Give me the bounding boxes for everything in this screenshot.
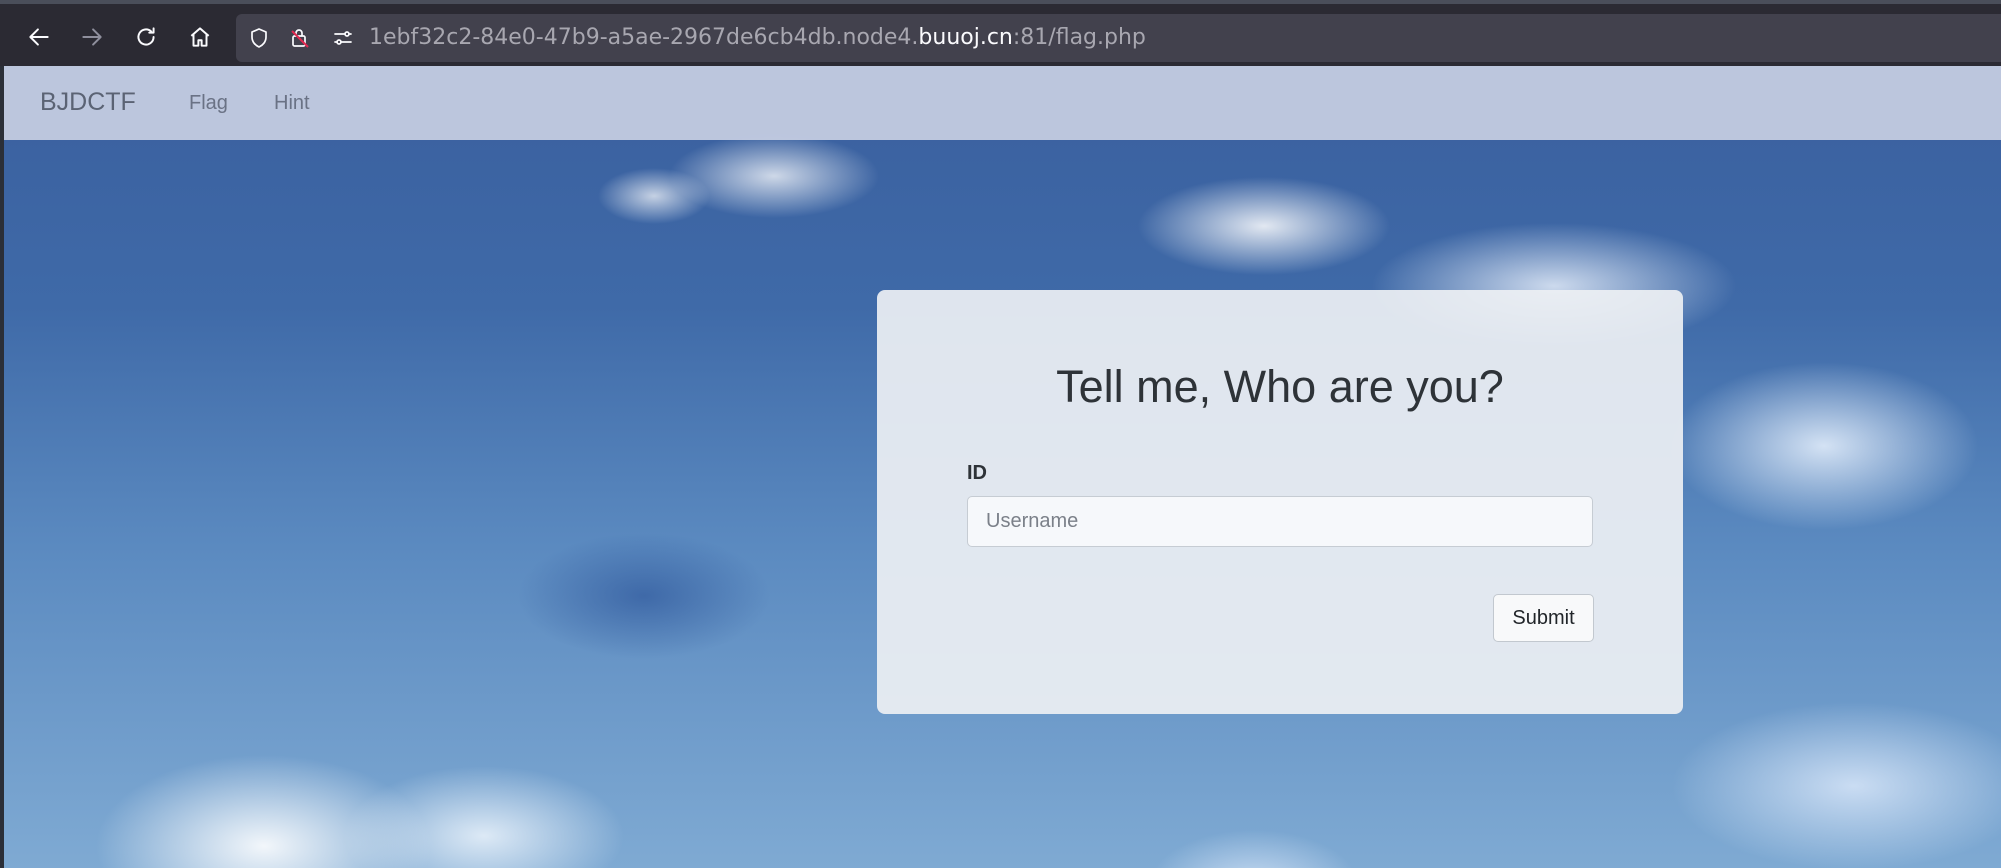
url-bar[interactable]: 1ebf32c2-84e0-47b9-a5ae-2967de6cb4db.nod… bbox=[236, 14, 2001, 62]
reload-icon bbox=[137, 27, 155, 46]
id-label: ID bbox=[967, 462, 987, 484]
url-suffix: :81/flag.php bbox=[1012, 25, 1146, 50]
forward-button[interactable] bbox=[73, 18, 111, 56]
nav-link-hint[interactable]: Hint bbox=[274, 90, 310, 116]
nav-link-flag[interactable]: Flag bbox=[189, 90, 228, 116]
forward-arrow-icon bbox=[82, 28, 102, 46]
page-title: Tell me, Who are you? bbox=[1056, 361, 1504, 412]
url-prefix: 1ebf32c2-84e0-47b9-a5ae-2967de6cb4db.nod… bbox=[369, 25, 919, 50]
reload-button[interactable] bbox=[127, 18, 165, 56]
navbar-brand[interactable]: BJDCTF bbox=[40, 86, 136, 118]
shield-icon bbox=[251, 28, 267, 48]
site-security-button[interactable] bbox=[287, 25, 313, 51]
home-icon bbox=[190, 27, 210, 47]
browser-toolbar: 1ebf32c2-84e0-47b9-a5ae-2967de6cb4db.nod… bbox=[0, 0, 2001, 66]
permissions-button[interactable] bbox=[330, 25, 356, 51]
insecure-lock-icon bbox=[291, 29, 309, 48]
login-card: Tell me, Who are you? ID Submit bbox=[877, 290, 1683, 714]
url-domain: buuoj.cn bbox=[918, 25, 1013, 50]
permissions-icon bbox=[334, 31, 352, 45]
site-navbar: BJDCTF Flag Hint bbox=[4, 66, 2001, 140]
back-button[interactable] bbox=[20, 18, 58, 56]
tracking-protection-button[interactable] bbox=[246, 25, 272, 51]
back-arrow-icon bbox=[29, 28, 49, 46]
submit-button[interactable]: Submit bbox=[1493, 594, 1594, 642]
page-viewport: BJDCTF Flag Hint Tell me, Who are you? I… bbox=[4, 66, 2001, 868]
url-text[interactable]: 1ebf32c2-84e0-47b9-a5ae-2967de6cb4db.nod… bbox=[369, 24, 1146, 52]
username-input[interactable] bbox=[967, 496, 1593, 547]
home-button[interactable] bbox=[181, 18, 219, 56]
